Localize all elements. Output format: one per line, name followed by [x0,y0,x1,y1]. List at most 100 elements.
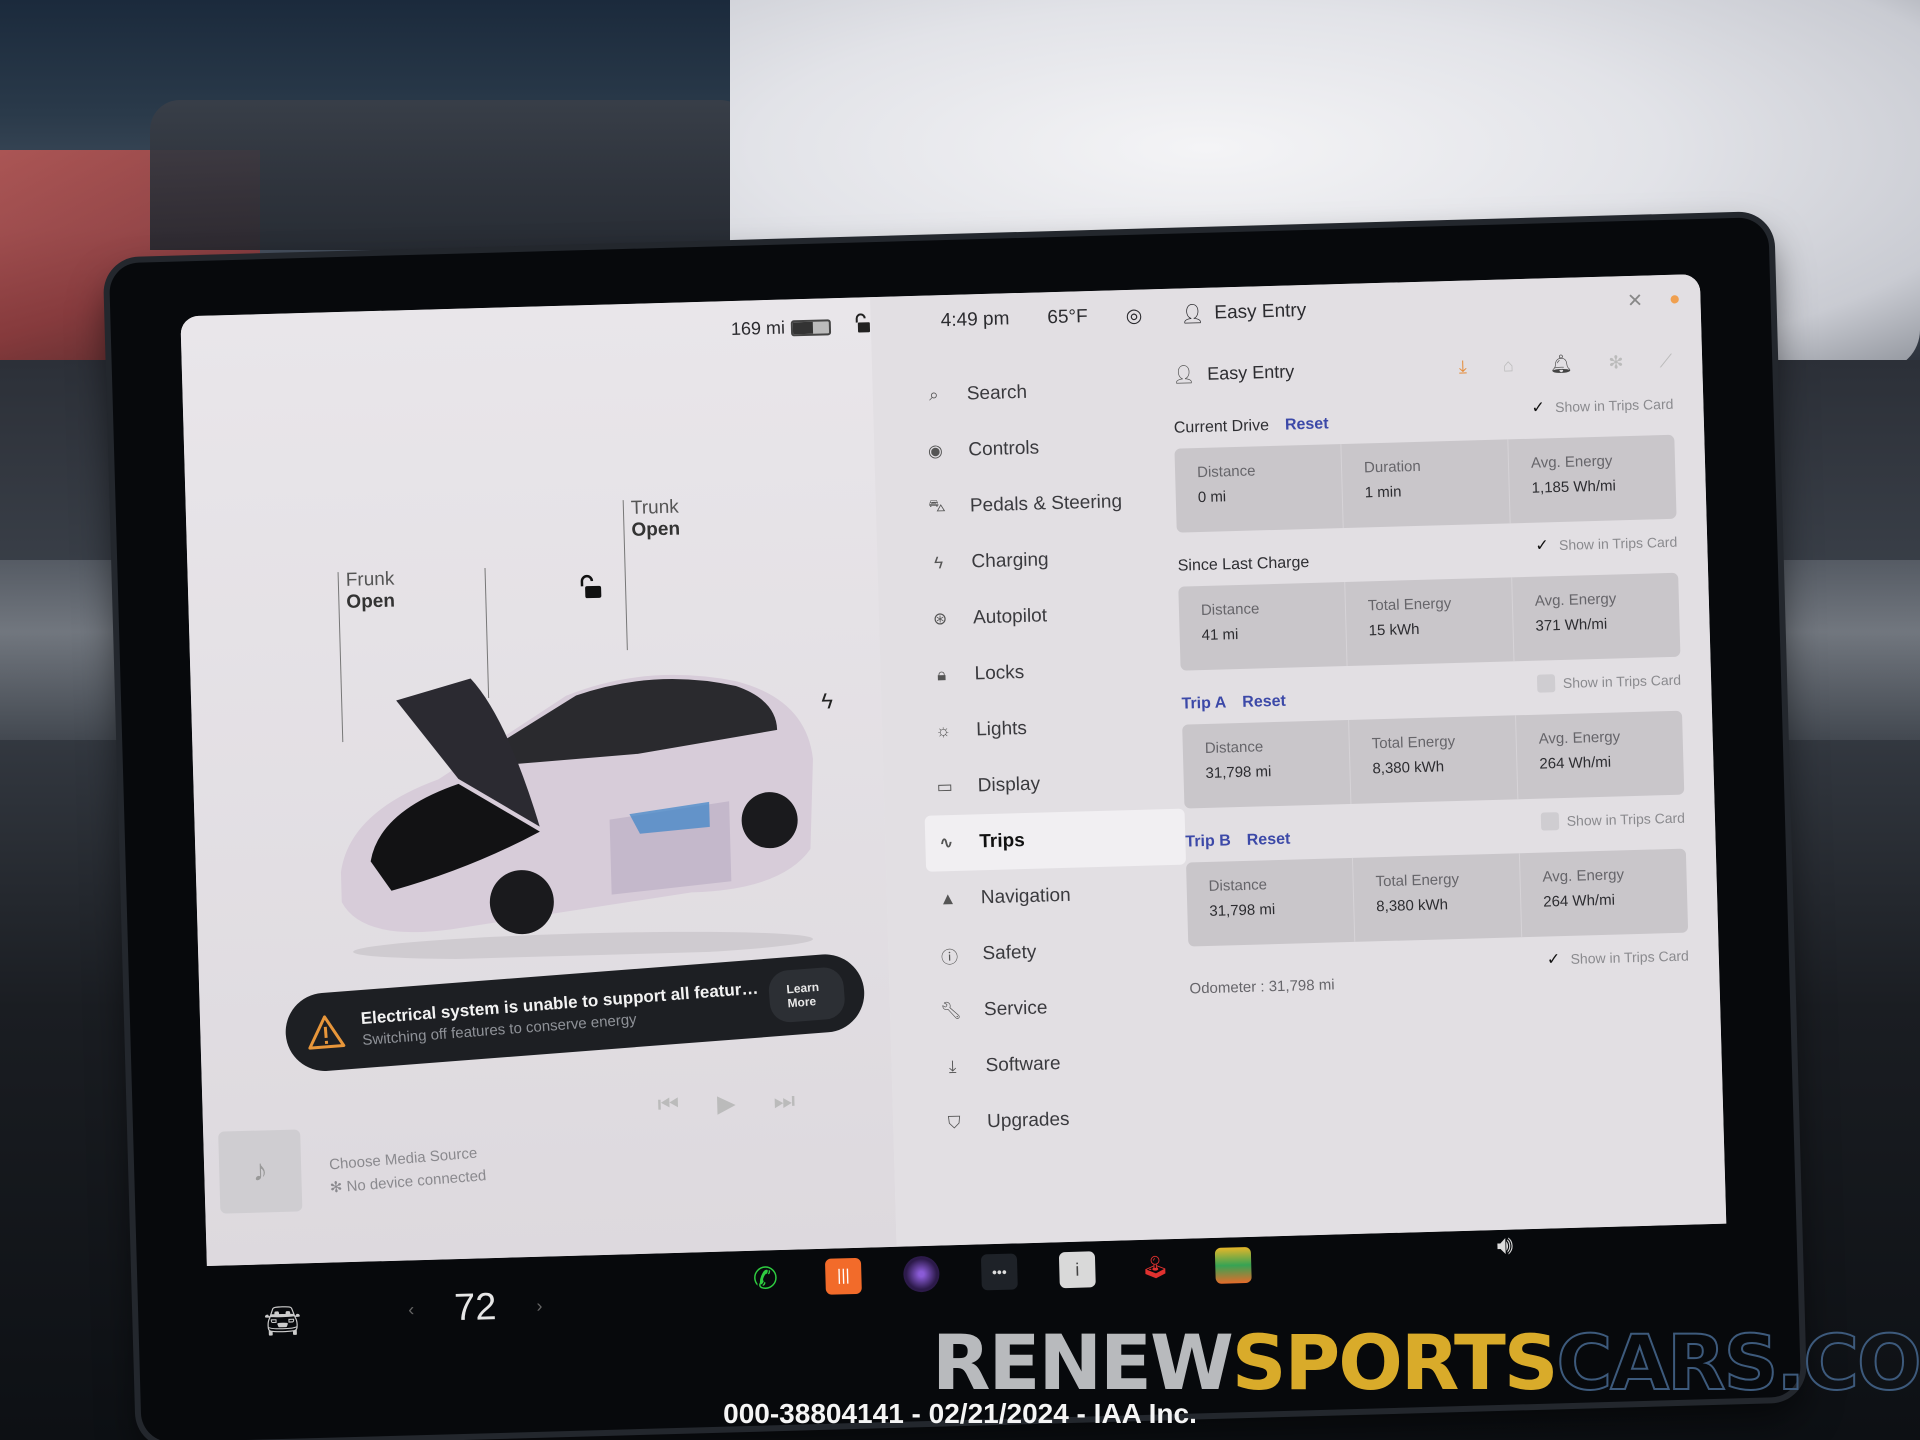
trunk-status[interactable]: Trunk Open [631,497,681,542]
bag-icon: ⛉ [947,1112,961,1133]
search-icon: ⌕ [928,385,939,405]
climate-control: ‹ 72 › [408,1285,543,1332]
odometer: Odometer : 31,798 mi ✓ Show in Trips Car… [1189,947,1690,998]
person-icon: 👤︎ [1180,303,1205,326]
volume-icon[interactable]: 🔊︎ [1496,1230,1513,1262]
checkbox[interactable] [1540,812,1559,831]
checkbox[interactable]: ✓ [1544,950,1562,968]
music-note-icon[interactable]: ♪ [218,1129,303,1214]
stat-label: Avg. Energy [1530,452,1613,472]
section-title[interactable]: Trip B [1185,832,1231,851]
menu-item-controls[interactable]: ◉ Controls [914,417,1155,480]
app-launcher: ✆ ||| ••• i 🕹︎ [747,1246,1252,1297]
car-unlocked-icon[interactable] [576,573,605,602]
menu-item-label: Software [985,1053,1061,1077]
stat-value: 264 Wh/mi [1543,891,1616,911]
car-menu-icon[interactable]: 🚘︎ [263,1303,302,1339]
camera-icon[interactable] [902,1255,940,1293]
menu-item-locks[interactable]: 🔒︎ Locks [920,641,1161,704]
watermark-part-2: SPORTS [1231,1318,1559,1407]
menu-item-label: Search [966,381,1028,405]
phone-icon[interactable]: ✆ [747,1260,784,1297]
stat-card: Distance 31,798 mi Total Energy 8,380 kWh Av… [1182,710,1685,809]
person-icon: 👤︎ [1172,363,1196,385]
stat-value: 31,798 mi [1205,763,1272,782]
previous-track-icon[interactable]: ⏮ [657,1091,679,1121]
menu-item-trips[interactable]: ∿ Trips [924,808,1187,872]
homelink-icon[interactable]: ⌂ [1503,355,1514,376]
stat-label: Distance [1200,600,1260,620]
frunk-status[interactable]: Frunk Open [346,569,396,614]
menu-item-label: Autopilot [972,605,1048,629]
show-in-trips-label: Show in Trips Card [1558,533,1678,554]
range-text: 169 mi [730,317,786,340]
reset-button[interactable]: Reset [1285,415,1329,434]
stat-value: 41 mi [1201,626,1239,645]
stat-label: Total Energy [1371,733,1456,753]
owners-manual-icon[interactable]: i [1058,1251,1096,1289]
menu-item-upgrades[interactable]: ⛉ Upgrades [932,1089,1173,1152]
toybox-icon[interactable] [1214,1246,1252,1284]
profile-row: 👤︎ Easy Entry ⤓ ⌂ 🔔︎ ✻ ⟋ [1172,341,1673,395]
stat-label: Distance [1204,738,1264,757]
menu-item-software[interactable]: ⤓ Software [931,1033,1172,1096]
reset-button[interactable]: Reset [1242,693,1286,712]
checkbox[interactable]: ✓ [1529,398,1547,416]
bluetooth-icon[interactable]: ✻ [1608,352,1624,373]
menu-item-label: Controls [968,437,1040,461]
checkbox[interactable]: ✓ [1533,536,1551,554]
touchscreen: 169 mi Frunk Open Trunk Open ϟ Electrica… [180,273,1727,1267]
more-apps-icon[interactable]: ••• [980,1253,1018,1291]
next-track-icon[interactable]: ⏭ [773,1088,795,1118]
menu-item-service[interactable]: 🔧︎ Service [929,977,1170,1040]
stat-duration: Duration 1 min [1341,439,1511,529]
menu-item-charging[interactable]: ϟ Charging [917,529,1158,592]
notification-bell-icon[interactable]: 🔔︎ [1549,353,1572,375]
cabin-temperature[interactable]: 72 [454,1286,497,1330]
odometer-show-in-trips[interactable]: ✓ Show in Trips Card [1544,947,1689,969]
stat-card: Distance 31,798 mi Total Energy 8,380 kWh Av… [1185,848,1689,947]
stat-value: 15 kWh [1368,620,1420,640]
menu-item-autopilot[interactable]: ⊛ Autopilot [918,585,1159,648]
checkbox[interactable] [1536,674,1556,693]
menu-item-safety[interactable]: ⓘ Safety [928,921,1169,984]
driver-profile-name: Easy Entry [1214,299,1307,324]
section-trip-a: Trip A Reset Show in Trips Card Distance 31,… [1181,672,1685,809]
menu-item-label: Upgrades [986,1108,1070,1133]
reset-button[interactable]: Reset [1247,831,1291,850]
watermark-part-1: RENEW [932,1318,1234,1407]
menu-item-pedals-steering[interactable]: ⛍ Pedals & Steering [915,473,1156,536]
alert-indicator-icon[interactable]: ● [1669,289,1681,312]
sentry-mode-icon[interactable]: ◎ [1125,304,1142,327]
quick-icons: ⤓ ⌂ 🔔︎ ✻ ⟋ [1459,350,1673,377]
section-title[interactable]: Trip A [1181,694,1226,713]
software-update-icon[interactable]: ⤓ [1459,356,1468,377]
audio-app-icon[interactable]: ||| [824,1257,862,1295]
menu-item-search[interactable]: ⌕ Search [912,361,1153,424]
menu-item-lights[interactable]: ☼ Lights [921,697,1162,760]
stat-total-energy: Total Energy 8,380 kWh [1349,715,1519,804]
driver-profile-button[interactable]: 👤︎ Easy Entry [1180,299,1307,327]
display-icon: ▭ [936,777,954,797]
arcade-joystick-icon[interactable]: 🕹︎ [1137,1249,1174,1286]
stat-value: 1,185 Wh/mi [1531,477,1617,497]
learn-more-button[interactable]: Learn More [767,966,847,1024]
temp-up-button[interactable]: › [536,1296,543,1317]
content-profile-name[interactable]: Easy Entry [1207,361,1295,384]
settings-menu: ⌕ Search ◉ Controls ⛍ Pedals & Steering ϟ Charg… [912,361,1187,1152]
menu-item-label: Navigation [980,884,1071,909]
menu-item-display[interactable]: ▭ Display [923,753,1164,816]
unlocked-icon[interactable] [853,313,872,333]
menu-item-label: Charging [971,549,1049,573]
sun-icon: ☼ [935,721,952,741]
trunk-state: Open [631,518,681,541]
play-icon[interactable]: ▶ [717,1089,736,1119]
section-trip-b: Trip B Reset Show in Trips Card Distance 31,… [1185,810,1689,947]
battery-level [792,321,813,334]
stat-avg-energy: Avg. Energy 371 Wh/mi [1512,573,1680,662]
menu-item-navigation[interactable]: ▲ Navigation [926,865,1167,928]
temp-down-button[interactable]: ‹ [408,1299,415,1320]
car-3d-visual [340,674,813,960]
charge-port-icon[interactable]: ϟ [821,688,833,714]
stat-value: 0 mi [1197,488,1227,507]
